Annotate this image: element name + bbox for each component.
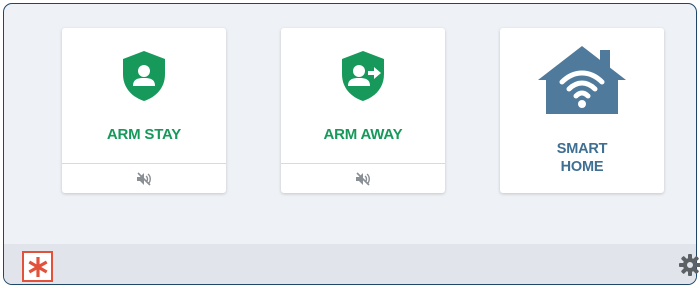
asterisk-icon <box>28 256 47 277</box>
gear-icon[interactable] <box>679 254 700 276</box>
arm-away-tile[interactable]: ARM AWAY <box>281 28 445 193</box>
arm-stay-silent-button[interactable] <box>62 163 226 193</box>
speaker-muted-icon <box>356 171 370 186</box>
panel-frame: ARM STAY ARM AWAY SMART HOME <box>3 3 697 285</box>
arm-away-silent-button[interactable] <box>281 163 445 193</box>
emergency-button[interactable] <box>22 251 53 282</box>
smart-home-label-line2: HOME <box>560 159 604 175</box>
arm-stay-label: ARM STAY <box>106 126 182 143</box>
arm-away-label: ARM AWAY <box>323 126 403 143</box>
smart-home-tile[interactable]: SMART HOME <box>500 28 664 193</box>
smart-home-label-line1: SMART <box>556 141 608 157</box>
arm-stay-tile[interactable]: ARM STAY <box>62 28 226 193</box>
shield-person-icon <box>123 51 165 101</box>
footer-bar <box>4 244 696 284</box>
arm-stay-button[interactable]: ARM STAY <box>62 28 226 161</box>
shield-person-arrow-icon <box>342 51 384 101</box>
smart-home-label: SMART HOME <box>500 140 664 176</box>
arm-away-button[interactable]: ARM AWAY <box>281 28 445 161</box>
speaker-muted-icon <box>137 171 151 186</box>
house-wifi-icon <box>538 46 626 114</box>
